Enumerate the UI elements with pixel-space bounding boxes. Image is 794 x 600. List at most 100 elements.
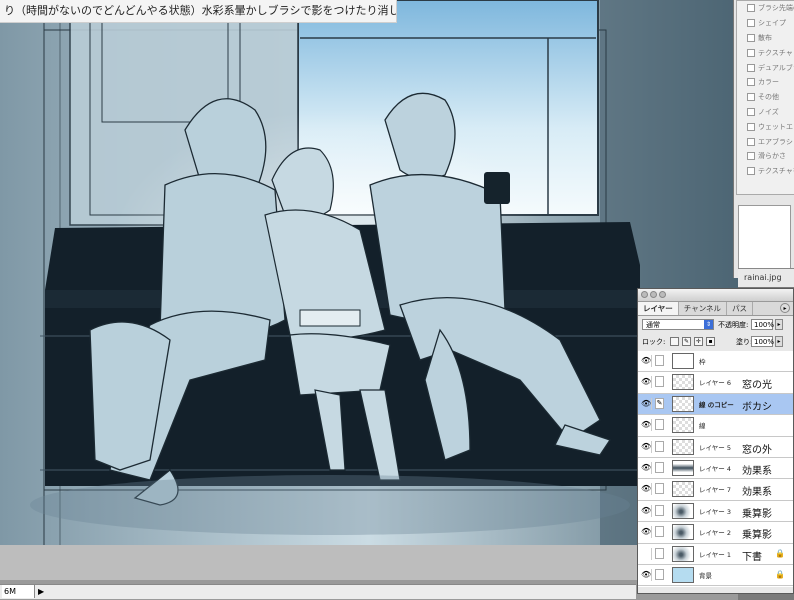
layer-row[interactable]: レイヤー 1 下書 🔒: [638, 543, 793, 565]
checkbox-icon[interactable]: [747, 4, 755, 13]
brush-option-item[interactable]: テクスチャを保: [737, 164, 794, 179]
blend-mode-select[interactable]: 通常 ⇕: [642, 319, 714, 330]
checkbox-icon[interactable]: [747, 167, 755, 176]
brush-option-item[interactable]: シェイプ: [737, 16, 794, 31]
panel-menu-icon[interactable]: ▸: [780, 303, 790, 313]
layer-name[interactable]: レイヤー 7: [699, 484, 731, 494]
eye-visibility-icon[interactable]: 👁: [641, 419, 652, 432]
panel-titlebar[interactable]: [638, 289, 793, 302]
layer-thumbnail[interactable]: [672, 395, 694, 412]
lock-position-icon[interactable]: ✛: [694, 337, 703, 346]
layer-row[interactable]: 👁 レイヤー 2 乗算影: [638, 522, 793, 544]
layer-thumbnail[interactable]: [672, 353, 694, 369]
layer-name[interactable]: レイヤー 5: [699, 442, 731, 452]
layer-row[interactable]: 👁 背景 🔒: [638, 564, 793, 587]
layer-row[interactable]: 👁 レイヤー 3 乗算影: [638, 500, 793, 523]
layer-thumbnail[interactable]: [672, 545, 694, 562]
tab-channels[interactable]: チャンネル: [679, 302, 728, 315]
link-toggle-icon[interactable]: [655, 440, 664, 452]
brush-option-item[interactable]: その他: [737, 90, 794, 105]
zoom-icon[interactable]: [659, 291, 666, 298]
checkbox-icon[interactable]: [747, 63, 755, 72]
layer-row[interactable]: 👁 線: [638, 415, 793, 437]
link-toggle-icon[interactable]: [655, 547, 664, 559]
eye-visibility-icon[interactable]: 👁: [641, 526, 652, 539]
checkbox-icon[interactable]: [747, 93, 755, 102]
zoom-readout[interactable]: 6M: [2, 585, 35, 598]
brush-option-item[interactable]: エアブラシ: [737, 134, 794, 149]
layer-thumbnail[interactable]: [672, 374, 694, 391]
layer-row[interactable]: 👁 レイヤー 7 効果系: [638, 479, 793, 501]
brush-option-item[interactable]: ノイズ: [737, 105, 794, 120]
link-toggle-icon[interactable]: [655, 419, 664, 431]
opacity-slider-arrow-icon[interactable]: ▸: [775, 319, 783, 330]
layer-thumbnail[interactable]: [672, 502, 694, 519]
layer-row[interactable]: 👁 レイヤー 6 窓の光: [638, 372, 793, 394]
brush-option-item[interactable]: ウェットエッジ: [737, 119, 794, 134]
minimize-icon[interactable]: [650, 291, 657, 298]
link-toggle-icon[interactable]: [655, 568, 664, 580]
layer-name[interactable]: レイヤー 6: [699, 377, 731, 387]
brush-option-item[interactable]: ブラシ先端のシェ: [737, 1, 794, 16]
eye-visibility-icon[interactable]: 👁: [641, 355, 652, 367]
checkbox-icon[interactable]: [747, 107, 755, 116]
checkbox-icon[interactable]: [747, 137, 755, 146]
checkbox-icon[interactable]: [747, 33, 755, 42]
checkbox-icon[interactable]: [747, 19, 755, 28]
layer-name[interactable]: レイヤー 2: [699, 527, 731, 537]
brush-option-item[interactable]: テクスチャ: [737, 45, 794, 60]
fill-input[interactable]: 100%: [751, 336, 774, 347]
layer-name[interactable]: レイヤー 1: [699, 549, 731, 559]
layer-row[interactable]: 👁 レイヤー 4 効果系: [638, 457, 793, 480]
brush-option-item[interactable]: デュアルブラシ: [737, 60, 794, 75]
link-toggle-icon[interactable]: [655, 376, 664, 388]
brush-icon[interactable]: ✎: [655, 397, 664, 409]
layer-row[interactable]: 👁 レイヤー 5 窓の外: [638, 436, 793, 458]
layer-thumbnail[interactable]: [672, 417, 694, 434]
layer-row[interactable]: 👁 ✎ 線 のコピー ボカシ: [638, 393, 793, 416]
brush-option-item[interactable]: 滑らかさ: [737, 149, 794, 164]
checkbox-icon[interactable]: [747, 152, 755, 161]
layer-name[interactable]: 枠: [699, 356, 706, 366]
artwork-canvas[interactable]: [0, 0, 738, 545]
layer-thumbnail[interactable]: [672, 524, 694, 541]
link-toggle-icon[interactable]: [655, 355, 664, 366]
layer-name[interactable]: 線: [699, 420, 706, 430]
layer-thumbnail[interactable]: [672, 566, 694, 583]
link-toggle-icon[interactable]: [655, 461, 664, 473]
layer-thumbnail[interactable]: [672, 481, 694, 498]
opacity-input[interactable]: 100%: [751, 319, 774, 330]
layer-thumbnail[interactable]: [672, 459, 694, 476]
status-arrow-icon[interactable]: ▶: [38, 585, 44, 599]
checkbox-icon[interactable]: [747, 48, 755, 57]
link-toggle-icon[interactable]: [655, 526, 664, 538]
brush-option-item[interactable]: カラー: [737, 75, 794, 90]
eye-visibility-icon[interactable]: 👁: [641, 376, 652, 389]
layer-row[interactable]: 👁 枠: [638, 351, 793, 373]
checkbox-icon[interactable]: [747, 78, 755, 87]
canvas-area[interactable]: り（時間がないのでどんどんやる状態）水彩系暈かしブラシで影をつけたり消したり: [0, 0, 738, 580]
lock-image-icon[interactable]: ✎: [682, 337, 691, 346]
layer-name[interactable]: レイヤー 4: [699, 463, 731, 473]
link-toggle-icon[interactable]: [655, 504, 664, 516]
eye-visibility-icon[interactable]: [641, 547, 652, 560]
link-toggle-icon[interactable]: [655, 483, 664, 495]
layer-thumbnail[interactable]: [672, 438, 694, 455]
layer-name[interactable]: 背景: [699, 570, 712, 580]
fill-slider-arrow-icon[interactable]: ▸: [775, 336, 783, 347]
eye-visibility-icon[interactable]: 👁: [641, 483, 652, 496]
eye-visibility-icon[interactable]: 👁: [641, 440, 652, 453]
eye-visibility-icon[interactable]: 👁: [641, 504, 652, 517]
eye-visibility-icon[interactable]: 👁: [641, 461, 652, 474]
layer-name[interactable]: 線 のコピー: [699, 399, 734, 409]
eye-visibility-icon[interactable]: 👁: [641, 568, 652, 581]
eye-visibility-icon[interactable]: 👁: [641, 397, 652, 410]
brush-option-item[interactable]: 散布: [737, 31, 794, 46]
tab-layers[interactable]: レイヤー: [638, 302, 679, 315]
checkbox-icon[interactable]: [747, 122, 755, 131]
lock-transparency-icon[interactable]: [670, 337, 679, 346]
lock-all-icon[interactable]: ▪: [706, 337, 715, 346]
close-icon[interactable]: [641, 291, 648, 298]
layer-name[interactable]: レイヤー 3: [699, 506, 731, 516]
document-tab[interactable]: rainai.jpg: [738, 268, 794, 287]
